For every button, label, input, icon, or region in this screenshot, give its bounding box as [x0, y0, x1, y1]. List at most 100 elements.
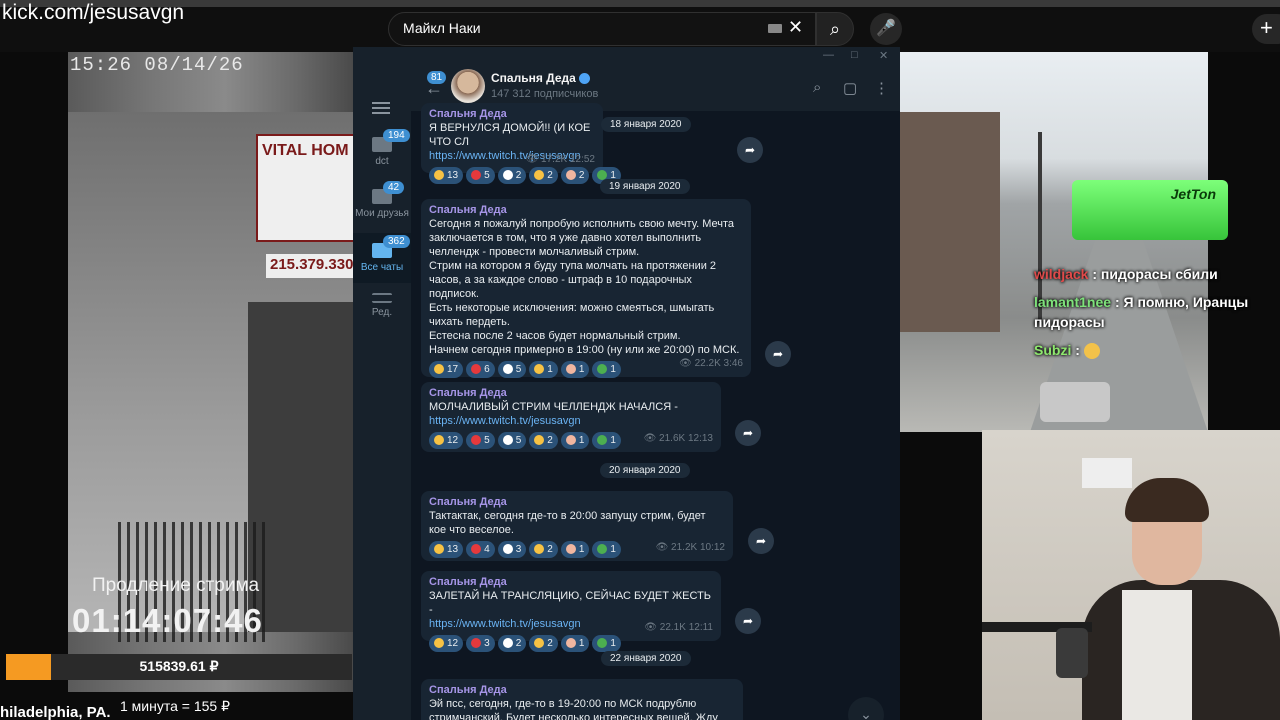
reaction-chip[interactable]: 5 [466, 167, 495, 184]
reaction-chip[interactable]: 1 [592, 432, 621, 449]
streamer-shirt [1122, 590, 1192, 720]
message-time: 10:12 [699, 542, 725, 553]
channel-avatar[interactable] [451, 69, 485, 103]
reaction-count: 12 [447, 435, 459, 446]
folder-badge: 362 [383, 235, 410, 248]
mic-button[interactable]: 🎤 [870, 13, 902, 45]
message-sender: Спальня Деда [429, 496, 507, 508]
reaction-chip[interactable]: 5 [497, 361, 527, 378]
clear-search-icon[interactable]: ✕ [788, 17, 803, 38]
reaction-emoji-icon [502, 364, 513, 375]
sad-face-emote-icon [1083, 343, 1100, 360]
reaction-chip[interactable]: 2 [560, 167, 590, 184]
reaction-count: 4 [484, 544, 490, 555]
hamburger-menu-icon[interactable] [372, 102, 390, 114]
message-sender: Спальня Деда [429, 684, 507, 696]
reaction-emoji-icon [534, 638, 545, 649]
forward-button[interactable]: ➦ [735, 608, 761, 634]
reaction-chip[interactable]: 1 [560, 541, 590, 558]
donation-rate: 1 минута = 155 ₽ [120, 698, 231, 714]
reaction-chip[interactable]: 2 [497, 635, 527, 652]
reaction-emoji-icon [534, 544, 545, 555]
message-sender: Спальня Деда [429, 576, 507, 588]
reaction-emoji-icon [502, 435, 513, 446]
reaction-chip[interactable]: 13 [429, 541, 464, 558]
close-button[interactable]: ✕ [879, 49, 888, 62]
reaction-chip[interactable]: 5 [497, 432, 527, 449]
discussion-icon[interactable]: ▢ [843, 79, 857, 97]
reaction-chip[interactable]: 1 [529, 361, 558, 378]
reaction-chip[interactable]: 2 [529, 432, 558, 449]
reaction-chip[interactable]: 1 [592, 361, 621, 378]
chat-username: lamant1nee [1034, 294, 1112, 310]
reaction-emoji-icon [565, 170, 576, 181]
channel-message[interactable]: Спальня Деда Сегодня я пожалуй попробую … [421, 199, 751, 378]
url-text[interactable]: kick.com/jesusavgn [2, 1, 184, 25]
more-options-icon[interactable]: ⋮ [874, 79, 889, 97]
reaction-chip[interactable]: 12 [429, 432, 464, 449]
reaction-count: 2 [515, 638, 522, 649]
folder-dct[interactable]: 194 dct [353, 129, 411, 177]
forward-button[interactable]: ➦ [748, 528, 774, 554]
channel-message[interactable]: Спальня Деда Я ВЕРНУЛСЯ ДОМОЙ!! (И КОЕ Ч… [421, 103, 621, 184]
extension-label: Продление стрима [92, 575, 260, 596]
channel-message[interactable]: Спальня Деда Эй псс, сегодня, где-то в 1… [421, 679, 743, 720]
reaction-count: 1 [578, 638, 585, 649]
folder-edit[interactable]: Ред. [353, 293, 411, 333]
channel-name[interactable]: Спальня Деда [491, 71, 590, 85]
reaction-count: 1 [578, 364, 585, 375]
forward-button[interactable]: ➦ [765, 341, 791, 367]
forward-button[interactable]: ➦ [735, 420, 761, 446]
message-link[interactable]: https://www.twitch.tv/jesusavgn [429, 414, 713, 428]
reaction-chip[interactable]: 5 [466, 432, 495, 449]
reaction-chip[interactable]: 1 [592, 541, 621, 558]
search-icon[interactable]: ⌕ [813, 79, 821, 96]
channel-message[interactable]: Спальня Деда ЗАЛЕТАЙ НА ТРАНСЛЯЦИЮ, СЕЙЧ… [421, 571, 721, 652]
message-text: Я ВЕРНУЛСЯ ДОМОЙ!! (И КОЕ ЧТО СЛ [429, 122, 591, 148]
view-count: 22.2K [694, 358, 721, 369]
reaction-chip[interactable]: 6 [466, 361, 495, 378]
reaction-chip[interactable]: 17 [429, 361, 464, 378]
reaction-chip[interactable]: 3 [466, 635, 495, 652]
reaction-chip[interactable]: 1 [560, 361, 590, 378]
reaction-count: 1 [610, 435, 616, 446]
reaction-chip[interactable]: 4 [466, 541, 495, 558]
reaction-chip[interactable]: 2 [497, 167, 527, 184]
jetton-logo: JetTon [1072, 180, 1228, 240]
telegram-window: — □ ✕ 194 dct 42 Мои друзья 362 Все чаты [353, 47, 900, 720]
minimize-button[interactable]: — [823, 49, 834, 61]
reaction-chip[interactable]: 1 [560, 432, 590, 449]
message-sender: Спальня Деда [429, 108, 507, 120]
folder-friends[interactable]: 42 Мои друзья [353, 181, 411, 229]
reaction-count: 5 [484, 435, 490, 446]
keyboard-icon[interactable] [768, 24, 782, 33]
reaction-chip[interactable]: 13 [429, 167, 464, 184]
message-text: ЗАЛЕТАЙ НА ТРАНСЛЯЦИЮ, СЕЙЧАС БУДЕТ ЖЕСТ… [429, 590, 712, 616]
reaction-bar: 13 5 2 2 2 1 [429, 167, 621, 185]
maximize-button[interactable]: □ [851, 49, 858, 61]
date-separator: 20 января 2020 [600, 463, 690, 478]
reaction-chip[interactable]: 2 [529, 635, 558, 652]
create-button[interactable]: + [1252, 14, 1280, 44]
reaction-count: 1 [578, 544, 585, 555]
channel-message[interactable]: Спальня Деда Тактактак, сегодня где-то в… [421, 491, 733, 561]
extension-timer: 01:14:07:46 [72, 602, 263, 639]
reaction-chip[interactable]: 2 [529, 167, 558, 184]
reaction-chip[interactable]: 3 [497, 541, 527, 558]
reaction-count: 2 [578, 170, 585, 181]
reaction-chip[interactable]: 2 [529, 541, 558, 558]
reaction-count: 1 [610, 364, 616, 375]
reaction-chip[interactable]: 1 [560, 635, 590, 652]
reaction-chip[interactable]: 12 [429, 635, 464, 652]
message-time: 3:46 [723, 358, 743, 369]
reaction-emoji-icon [565, 435, 576, 446]
reaction-chip[interactable]: 1 [592, 635, 621, 652]
forward-button[interactable]: ➦ [737, 137, 763, 163]
search-input[interactable]: Майкл Наки [388, 12, 816, 46]
message-meta: 👁 21.2K 10:12 [655, 542, 725, 553]
chat-message: Subzi : [1034, 340, 1274, 360]
search-button[interactable]: ⌕ [816, 12, 854, 46]
message-text: Тактактак, сегодня где-то в 20:00 запущу… [429, 510, 706, 536]
channel-message[interactable]: Спальня Деда МОЛЧАЛИВЫЙ СТРИМ ЧЕЛЛЕНДЖ Н… [421, 382, 721, 452]
folder-all-chats[interactable]: 362 Все чаты [353, 233, 411, 283]
